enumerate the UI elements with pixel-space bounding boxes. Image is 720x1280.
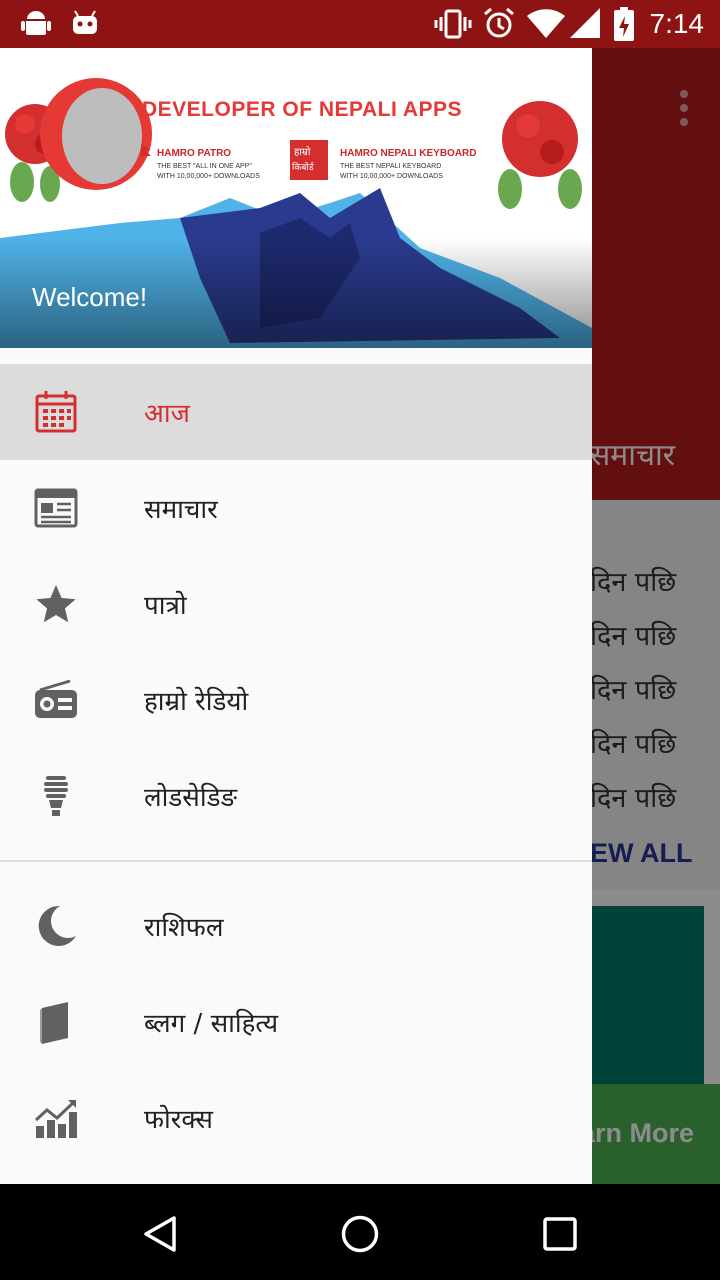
keyboard-logo-text-1: हाम्रो: [294, 147, 311, 158]
menu-item-label: ब्लग / साहित्य: [144, 1009, 279, 1039]
radio-icon: [35, 679, 77, 718]
moon-icon: [38, 905, 76, 946]
star-icon: [36, 585, 76, 623]
bulb-icon: [44, 776, 68, 816]
recents-icon[interactable]: [542, 1216, 578, 1252]
signal-icon: [570, 8, 600, 38]
menu-item-label: पात्रो: [144, 591, 187, 621]
calendar-icon: [35, 391, 77, 433]
keyboard-logo-text-2: किबोर्ड: [292, 163, 314, 173]
menu-divider: [0, 860, 592, 862]
navigation-bar: [0, 1184, 720, 1280]
menu-item-label: राशिफल: [144, 913, 224, 943]
menu-item-news[interactable]: समाचार: [0, 460, 592, 556]
status-time: 7:14: [649, 8, 705, 39]
banner-title: DEVELOPER OF NEPALI APPS: [142, 98, 463, 121]
menu-item-blog[interactable]: ब्लग / साहित्य: [0, 974, 592, 1070]
navigation-drawer: DEVELOPER OF NEPALI APPS HAMRO PATRO THE…: [0, 48, 592, 1184]
menu-item-patro[interactable]: पात्रो: [0, 556, 592, 652]
menu-item-label: समाचार: [144, 495, 218, 525]
android-icon: [21, 11, 51, 35]
status-bar: 7:14: [0, 0, 720, 48]
wifi-icon: [527, 9, 565, 39]
app2-line1: THE BEST NEPALI KEYBOARD: [340, 163, 442, 170]
book-icon: [40, 1002, 68, 1044]
chart-icon: [34, 1100, 77, 1138]
menu-item-label: लोडसेडिङ: [144, 783, 238, 813]
menu-item-label: फोरक्स: [144, 1105, 214, 1135]
menu-item-today[interactable]: आज: [0, 364, 592, 460]
menu-item-label: हाम्रो रेडियो: [144, 687, 249, 717]
menu-item-horoscope[interactable]: राशिफल: [0, 878, 592, 974]
vibrate-icon: [434, 9, 472, 39]
menu-item-label: आज: [144, 399, 190, 429]
app1-line1: THE BEST "ALL IN ONE APP": [157, 163, 252, 170]
newspaper-icon: [34, 488, 78, 528]
menu-item-loadshedding[interactable]: लोडसेडिङ: [0, 748, 592, 844]
battery-charging-icon: [614, 7, 634, 41]
home-icon[interactable]: [340, 1214, 380, 1254]
welcome-text: Welcome!: [32, 282, 148, 312]
rhododendron-right-icon: [498, 101, 582, 209]
app1-line2: WITH 10,00,000+ DOWNLOADS: [157, 173, 260, 180]
avatar[interactable]: [40, 78, 152, 190]
app1-title: HAMRO PATRO: [157, 148, 232, 159]
back-icon[interactable]: [140, 1214, 180, 1254]
menu-item-forex[interactable]: फोरक्स: [0, 1070, 592, 1166]
flag-icon: [141, 144, 151, 156]
alarm-icon: [484, 7, 514, 38]
android-alt-icon: [73, 10, 97, 34]
app2-title: HAMRO NEPALI KEYBOARD: [340, 148, 477, 159]
menu-item-radio[interactable]: हाम्रो रेडियो: [0, 652, 592, 748]
keyboard-logo: हाम्रो किबोर्ड: [290, 140, 328, 180]
drawer-header: DEVELOPER OF NEPALI APPS HAMRO PATRO THE…: [0, 48, 592, 348]
app2-line2: WITH 10,00,000+ DOWNLOADS: [340, 173, 443, 180]
